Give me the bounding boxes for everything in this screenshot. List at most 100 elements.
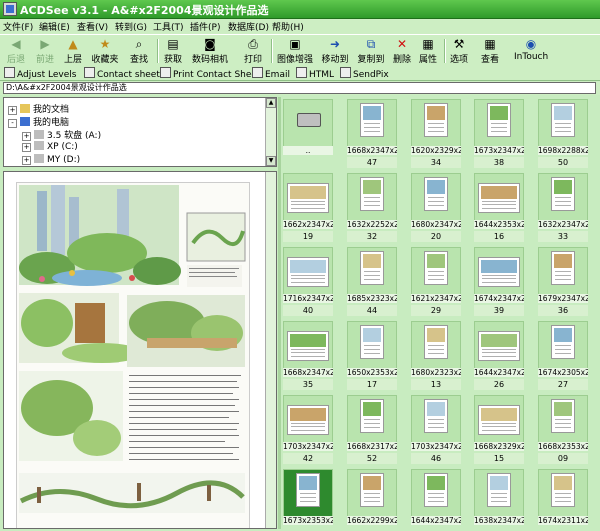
copy-to-button[interactable]: ⧉ 复制到 xyxy=(355,37,387,65)
menu-help[interactable]: 帮助(H) xyxy=(272,20,304,33)
contact-sheet-button[interactable]: Contact sheet xyxy=(84,67,160,80)
thumbnail-item[interactable]: 1668x2317x2... 52 xyxy=(347,395,397,467)
thumbnail-item[interactable]: 1679x2347x2... 36 xyxy=(538,247,588,319)
thumbnail-item[interactable]: 1673x2353x2... xyxy=(283,469,333,531)
email-icon xyxy=(252,67,263,78)
thumbnail-item[interactable]: 1662x2347x2... 19 xyxy=(283,173,333,245)
expand-toggle-icon[interactable]: + xyxy=(8,106,17,115)
thumbnail-label: 13 xyxy=(411,379,461,390)
thumbnail-item[interactable]: 1650x2353x2... 17 xyxy=(347,321,397,393)
favorites-button[interactable]: ★ 收藏夹 xyxy=(88,37,122,65)
text-line xyxy=(482,355,516,357)
tree-node[interactable]: +3.5 软盘 (A:) xyxy=(22,128,101,141)
text-line xyxy=(482,426,516,428)
print-button[interactable]: ⎙ 打印 xyxy=(241,37,265,65)
print-contact-sheet-button[interactable]: Print Contact Sheet xyxy=(160,67,260,80)
thumbnail-label: 44 xyxy=(347,305,397,316)
thumbnail-item[interactable]: 1632x2252x2... 32 xyxy=(347,173,397,245)
thumbnail-item[interactable]: 1685x2323x2... 44 xyxy=(347,247,397,319)
view-button[interactable]: ▦ 查看 xyxy=(478,37,502,65)
preview-scrollbar[interactable] xyxy=(265,172,276,528)
intouch-button[interactable]: ◉ InTouch xyxy=(514,37,548,65)
thumbnail-item[interactable]: 1673x2347x2... 38 xyxy=(474,99,524,171)
text-line xyxy=(364,197,380,199)
menu-file[interactable]: 文件(F) xyxy=(3,20,33,33)
find-button[interactable]: ⌕ 查找 xyxy=(126,37,152,65)
email-button[interactable]: Email xyxy=(252,67,290,80)
move-to-button[interactable]: ➜ 移动到 xyxy=(319,37,351,65)
tree-scrollbar[interactable]: ▲ ▼ xyxy=(265,98,276,166)
parent-folder-item[interactable]: .. xyxy=(283,99,333,171)
tree-node-label: 我的电脑 xyxy=(33,118,70,128)
thumbnail-item[interactable]: 1680x2347x2... 20 xyxy=(411,173,461,245)
sendpix-button[interactable]: SendPix xyxy=(340,67,389,80)
thumbnail-item[interactable]: 1668x2347x2... 47 xyxy=(347,99,397,171)
adjust-levels-button[interactable]: Adjust Levels xyxy=(4,67,76,80)
expand-toggle-icon[interactable]: + xyxy=(22,156,31,165)
thumbnail-item[interactable]: 1716x2347x2... 40 xyxy=(283,247,333,319)
text-line xyxy=(428,493,444,495)
thumbnail-item[interactable]: 1638x2347x2... xyxy=(474,469,524,531)
thumbnail-item[interactable]: 1668x2347x2... 35 xyxy=(283,321,333,393)
thumbnail-image xyxy=(551,473,575,507)
move-icon: ➜ xyxy=(329,37,341,51)
expand-toggle-icon[interactable]: + xyxy=(22,143,31,152)
html-button[interactable]: HTML xyxy=(296,67,334,80)
menu-database[interactable]: 数据库(D) xyxy=(228,20,269,33)
tree-node[interactable]: + 我的文档 xyxy=(8,102,69,115)
menu-edit[interactable]: 编辑(E) xyxy=(39,20,70,33)
thumbnail-item[interactable]: 1620x2329x2... 34 xyxy=(411,99,461,171)
thumbnail-item[interactable]: 1698x2288x2... 50 xyxy=(538,99,588,171)
image-preview-pane[interactable] xyxy=(3,171,277,529)
menu-goto[interactable]: 转到(G) xyxy=(115,20,147,33)
thumbnail-item[interactable]: 1668x2329x2... 15 xyxy=(474,395,524,467)
tree-node[interactable]: + MY (D:) xyxy=(22,154,80,165)
thumbnail-item[interactable]: 1644x2347x2... 26 xyxy=(474,321,524,393)
tools-icon: ⚒ xyxy=(453,37,465,51)
thumbnail-artwork xyxy=(554,476,572,491)
text-line xyxy=(291,422,325,424)
thumbnail-item[interactable]: 1703x2347x2... 46 xyxy=(411,395,461,467)
thumbnail-item[interactable]: 1674x2305x2... 27 xyxy=(538,321,588,393)
thumbnail-item[interactable]: 1644x2347x2... xyxy=(411,469,461,531)
thumbnail-item[interactable]: 1668x2353x2... 09 xyxy=(538,395,588,467)
drive-icon xyxy=(297,113,321,127)
options-button[interactable]: ⚒ 选项 xyxy=(448,37,470,65)
scroll-down-arrow[interactable]: ▼ xyxy=(266,156,276,166)
thumbnail-artwork xyxy=(427,402,445,417)
expand-toggle-icon[interactable]: + xyxy=(22,132,31,141)
tree-node[interactable]: - 我的电脑 xyxy=(8,115,69,128)
thumbnail-item[interactable]: 1644x2353x2... 16 xyxy=(474,173,524,245)
thumbnail-item[interactable]: 1680x2323x2... 13 xyxy=(411,321,461,393)
acdsee-app-icon[interactable] xyxy=(3,2,17,16)
acquire-button[interactable]: ▤ 获取 xyxy=(161,37,185,65)
thumbnail-item[interactable]: 1703x2347x2... 42 xyxy=(283,395,333,467)
camera-button[interactable]: ◙ 数码相机 xyxy=(190,37,230,65)
menu-plugins[interactable]: 插件(P) xyxy=(190,20,220,33)
tree-node[interactable]: + XP (C:) xyxy=(22,141,78,152)
thumbnail-item[interactable]: 1674x2311x2... xyxy=(538,469,588,531)
folder-up-icon: ▲ xyxy=(68,37,78,51)
up-button[interactable]: ▲ 上层 xyxy=(61,37,85,65)
pane-splitter[interactable] xyxy=(278,97,281,529)
menu-tools[interactable]: 工具(T) xyxy=(153,20,184,33)
thumbnail-item[interactable]: 1632x2347x2... 33 xyxy=(538,173,588,245)
enhance-button[interactable]: ▣ 图像增强 xyxy=(276,37,314,65)
tree-node-label: 我的文档 xyxy=(33,105,70,115)
thumbnail-artwork xyxy=(481,260,517,273)
forward-button[interactable]: ▶ 前进 xyxy=(32,37,58,65)
properties-button[interactable]: ▦ 属性 xyxy=(416,37,440,65)
back-button[interactable]: ◀ 后退 xyxy=(3,37,29,65)
thumbnail-item[interactable]: 1662x2299x2... xyxy=(347,469,397,531)
expand-toggle-icon[interactable]: - xyxy=(8,119,17,128)
toolbar-separator xyxy=(444,39,446,63)
thumbnail-image xyxy=(360,399,384,433)
thumbnail-item[interactable]: 1621x2347x2... 29 xyxy=(411,247,461,319)
menu-view[interactable]: 查看(V) xyxy=(77,20,108,33)
delete-button[interactable]: ✕ 删除 xyxy=(391,37,413,65)
address-field[interactable]: D:\A&#x2F2004景观设计作品选 xyxy=(3,82,596,94)
thumbnail-item[interactable]: 1674x2347x2... 39 xyxy=(474,247,524,319)
thumbnail-label: 39 xyxy=(474,305,524,316)
scroll-up-arrow[interactable]: ▲ xyxy=(266,98,276,108)
enhance-icon: ▣ xyxy=(289,37,301,51)
